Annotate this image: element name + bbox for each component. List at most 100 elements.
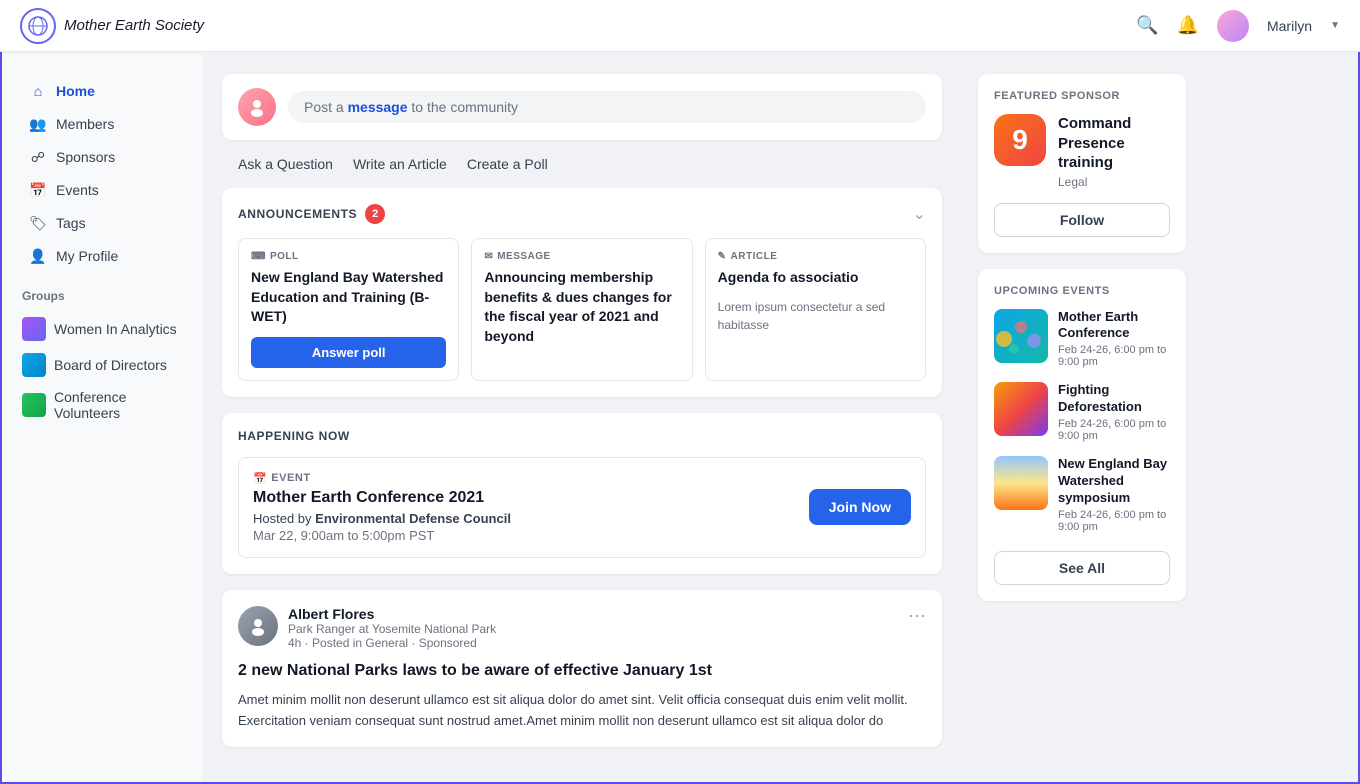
happening-event-name: Mother Earth Conference 2021	[253, 489, 511, 507]
post-bar: Post a message to the community	[222, 74, 942, 140]
sidebar-item-label: Home	[56, 83, 95, 99]
sidebar-item-profile[interactable]: 👤 My Profile	[10, 240, 194, 272]
happening-title: HAPPENING NOW	[238, 429, 926, 443]
sidebar-item-label: Events	[56, 182, 99, 198]
logo-icon	[20, 8, 56, 44]
post-card-header: Albert Flores Park Ranger at Yosemite Na…	[238, 606, 926, 650]
upcoming-events-card: UPCOMING EVENTS Mother Earth Conference …	[978, 269, 1186, 601]
event-item-name-1: Mother Earth Conference	[1058, 309, 1170, 343]
announcement-card-message: ✉ MESSAGE Announcing membership benefits…	[471, 238, 692, 381]
sidebar-item-label: Sponsors	[56, 149, 115, 165]
ann-type-message: ✉ MESSAGE	[484, 251, 679, 262]
post-input[interactable]: Post a message to the community	[288, 91, 926, 123]
event-thumb-3	[994, 456, 1048, 510]
group-icon-conf	[22, 393, 46, 417]
join-now-button[interactable]: Join Now	[809, 489, 911, 525]
post-meta: 4h · Posted in General · Sponsored	[288, 636, 496, 650]
post-placeholder-suf: to the community	[411, 99, 518, 115]
ann-type-article: ✎ ARTICLE	[718, 251, 913, 262]
post-author-name: Albert Flores	[288, 606, 496, 622]
see-all-button[interactable]: See All	[994, 551, 1170, 585]
group-label: Women In Analytics	[54, 321, 177, 337]
bell-icon[interactable]: 🔔	[1177, 15, 1199, 36]
event-thumb-1	[994, 309, 1048, 363]
ask-question-button[interactable]: Ask a Question	[238, 156, 333, 172]
post-placeholder-pre: Post a	[304, 99, 344, 115]
sidebar: ⌂ Home 👥 Members ☍ Sponsors 📅 Events 🏷 T…	[2, 54, 202, 782]
upcoming-event-2[interactable]: Fighting Deforestation Feb 24-26, 6:00 p…	[994, 382, 1170, 442]
post-actions: Ask a Question Write an Article Create a…	[222, 148, 942, 188]
group-item-conf-volunteers[interactable]: Conference Volunteers	[2, 383, 202, 427]
announcements-badge: 2	[365, 204, 385, 224]
happening-event-row: 📅 EVENT Mother Earth Conference 2021 Hos…	[238, 457, 926, 558]
logo-area: Mother Earth Society	[20, 8, 1136, 44]
happening-event-time: Mar 22, 9:00am to 5:00pm PST	[253, 528, 511, 543]
group-icon-board	[22, 353, 46, 377]
ann-body-article: Lorem ipsum consectetur a sed habitasse	[718, 298, 913, 334]
sponsor-info: 9 Command Presence training Legal	[994, 114, 1170, 189]
happening-event-host: Hosted by Environmental Defense Council	[253, 511, 511, 526]
sidebar-item-home[interactable]: ⌂ Home	[10, 75, 194, 107]
create-poll-button[interactable]: Create a Poll	[467, 156, 548, 172]
announcement-card-article: ✎ ARTICLE Agenda fo associatio Lorem ips…	[705, 238, 926, 381]
logo-text: Mother Earth Society	[64, 17, 204, 34]
header: Mother Earth Society 🔍 🔔 Marilyn ▼	[0, 0, 1360, 52]
post-card: Albert Flores Park Ranger at Yosemite Na…	[222, 590, 942, 748]
featured-sponsor-label: FEATURED SPONSOR	[994, 90, 1170, 102]
announcement-card-poll: ⌨ POLL New England Bay Watershed Educati…	[238, 238, 459, 381]
sidebar-item-events[interactable]: 📅 Events	[10, 174, 194, 206]
poll-icon: ⌨	[251, 251, 266, 262]
featured-sponsor-card: FEATURED SPONSOR 9 Command Presence trai…	[978, 74, 1186, 253]
ann-title-article: Agenda fo associatio	[718, 268, 913, 288]
search-icon[interactable]: 🔍	[1136, 15, 1158, 36]
group-item-women-analytics[interactable]: Women In Analytics	[2, 311, 202, 347]
happening-now-section: HAPPENING NOW 📅 EVENT Mother Earth Confe…	[222, 413, 942, 574]
sidebar-item-tags[interactable]: 🏷 Tags	[10, 207, 194, 239]
event-item-name-2: Fighting Deforestation	[1058, 382, 1170, 416]
events-icon: 📅	[30, 182, 46, 198]
announcements-grid: ⌨ POLL New England Bay Watershed Educati…	[238, 238, 926, 381]
user-name: Marilyn	[1267, 18, 1312, 34]
event-item-info-1: Mother Earth Conference Feb 24-26, 6:00 …	[1058, 309, 1170, 369]
post-body: Amet minim mollit non deserunt ullamco e…	[238, 690, 926, 732]
sidebar-item-sponsors[interactable]: ☍ Sponsors	[10, 141, 194, 173]
sponsor-logo: 9	[994, 114, 1046, 166]
sidebar-item-members[interactable]: 👥 Members	[10, 108, 194, 140]
happening-event-info: 📅 EVENT Mother Earth Conference 2021 Hos…	[253, 472, 511, 543]
sidebar-item-label: Members	[56, 116, 114, 132]
article-icon: ✎	[718, 251, 727, 262]
upcoming-event-1[interactable]: Mother Earth Conference Feb 24-26, 6:00 …	[994, 309, 1170, 369]
header-actions: 🔍 🔔 Marilyn ▼	[1136, 10, 1340, 42]
upcoming-events-label: UPCOMING EVENTS	[994, 285, 1170, 297]
announcements-collapse-icon[interactable]: ⌄	[913, 204, 926, 224]
ann-type-poll: ⌨ POLL	[251, 251, 446, 262]
home-icon: ⌂	[30, 83, 46, 99]
sidebar-item-label: Tags	[56, 215, 86, 231]
event-item-date-2: Feb 24-26, 6:00 pm to 9:00 pm	[1058, 418, 1170, 442]
tags-icon: 🏷	[30, 215, 46, 231]
main-content: Post a message to the community Ask a Qu…	[202, 54, 962, 782]
upcoming-event-3[interactable]: New England Bay Watershed symposium Feb …	[994, 456, 1170, 533]
ann-title-poll: New England Bay Watershed Education and …	[251, 268, 446, 327]
group-label: Conference Volunteers	[54, 389, 182, 421]
chevron-down-icon[interactable]: ▼	[1330, 20, 1340, 31]
post-user: Albert Flores Park Ranger at Yosemite Na…	[238, 606, 496, 650]
follow-button[interactable]: Follow	[994, 203, 1170, 237]
answer-poll-button[interactable]: Answer poll	[251, 337, 446, 368]
members-icon: 👥	[30, 116, 46, 132]
sponsors-icon: ☍	[30, 149, 46, 165]
event-item-name-3: New England Bay Watershed symposium	[1058, 456, 1170, 507]
announcements-section: ANNOUNCEMENTS 2 ⌄ ⌨ POLL New England Bay…	[222, 188, 942, 397]
avatar[interactable]	[1217, 10, 1249, 42]
user-post-avatar	[238, 88, 276, 126]
right-panel: FEATURED SPONSOR 9 Command Presence trai…	[962, 54, 1202, 782]
sponsor-details: Command Presence training Legal	[1058, 114, 1170, 189]
happening-host-name: Environmental Defense Council	[315, 511, 511, 526]
post-options-icon[interactable]: ⋯	[908, 606, 926, 627]
profile-icon: 👤	[30, 248, 46, 264]
write-article-button[interactable]: Write an Article	[353, 156, 447, 172]
groups-label: Groups	[2, 273, 202, 311]
post-title: 2 new National Parks laws to be aware of…	[238, 662, 926, 680]
group-item-board-directors[interactable]: Board of Directors	[2, 347, 202, 383]
announcements-header-left: ANNOUNCEMENTS 2	[238, 204, 385, 224]
